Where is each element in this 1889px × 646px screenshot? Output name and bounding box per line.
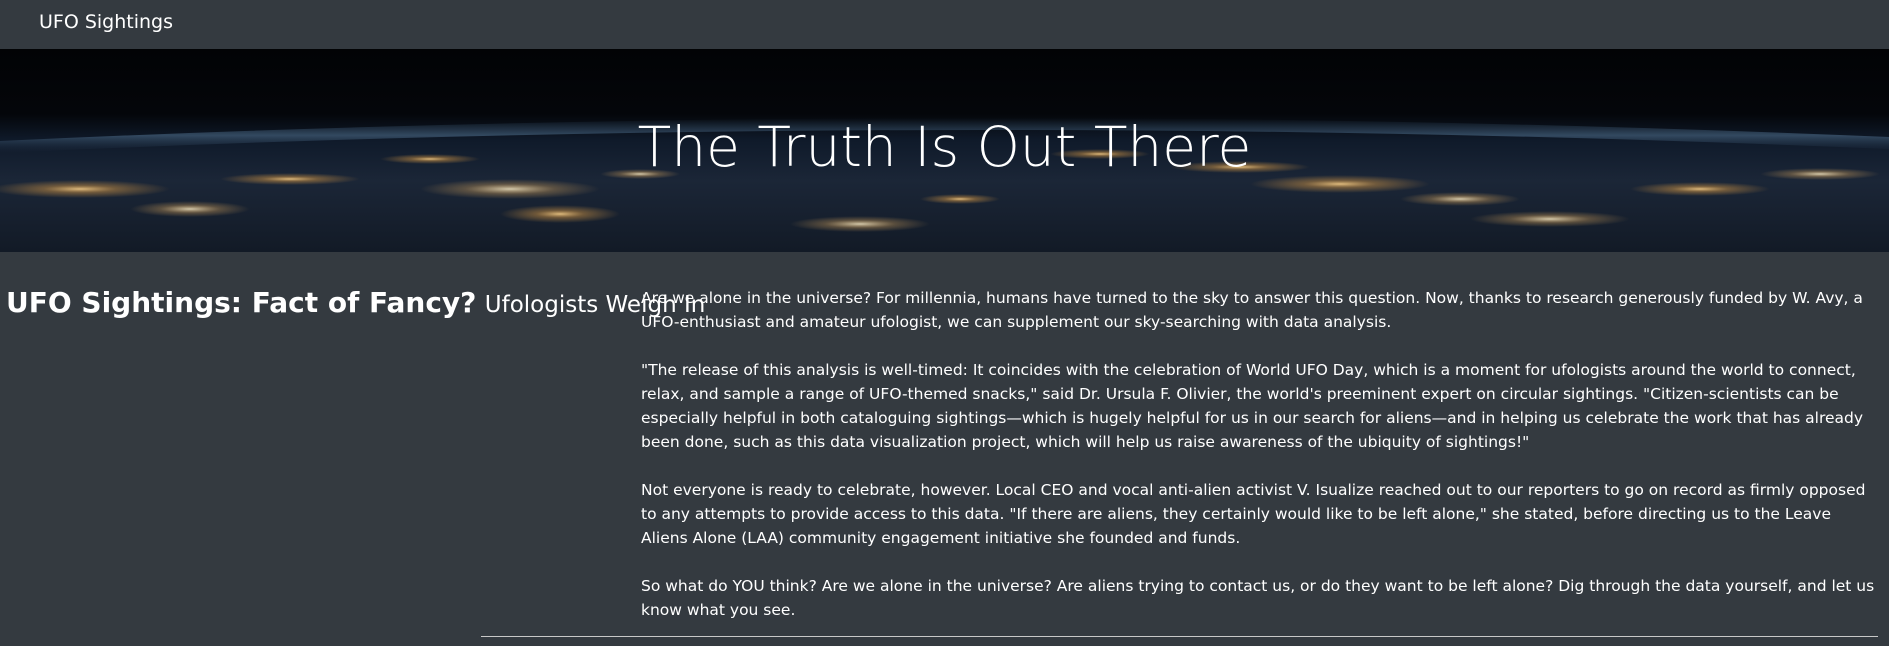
navbar-brand-link[interactable]: UFO Sightings	[39, 10, 173, 34]
article-paragraph: So what do YOU think? Are we alone in th…	[641, 577, 1875, 619]
sidebar-heading-main: UFO Sightings: Fact of Fancy?	[6, 286, 477, 319]
article-body: Are we alone in the universe? For millen…	[641, 286, 1881, 646]
article-paragraph: Are we alone in the universe? For millen…	[641, 289, 1863, 331]
article-paragraph: Not everyone is ready to celebrate, howe…	[641, 481, 1866, 547]
article-paragraph: "The release of this analysis is well-ti…	[641, 361, 1864, 451]
navbar: UFO Sightings	[0, 0, 1889, 49]
hero-banner: The Truth Is Out There	[0, 49, 1889, 252]
section-divider	[481, 636, 1878, 637]
sidebar-heading: UFO Sightings: Fact of Fancy? Ufologists…	[6, 286, 705, 322]
hero-title: The Truth Is Out There	[637, 115, 1252, 179]
